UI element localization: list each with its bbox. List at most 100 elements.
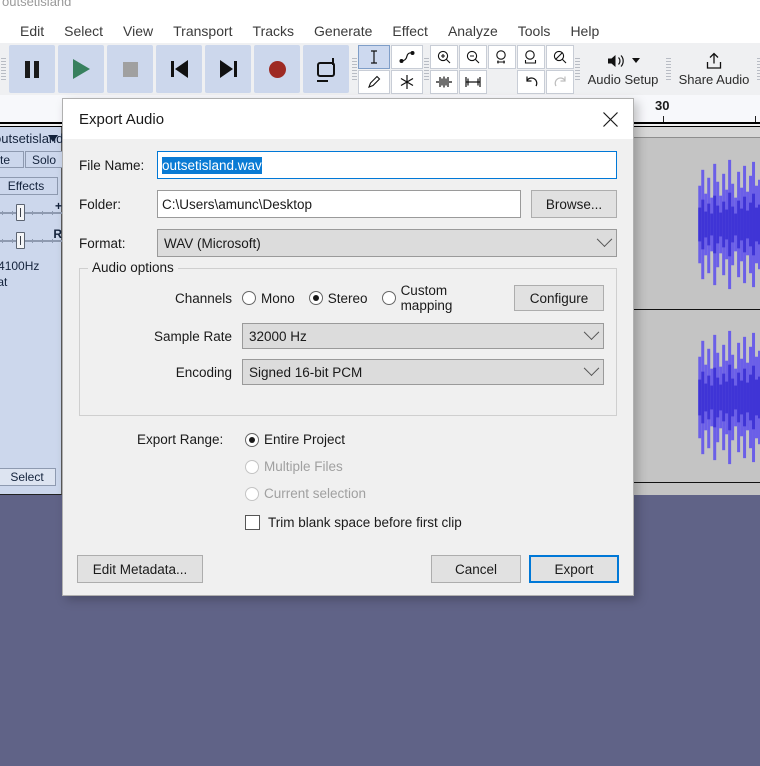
pan-slider-thumb[interactable] (16, 232, 25, 249)
sample-rate-dropdown[interactable]: 32000 Hz (242, 323, 604, 349)
track-select-button[interactable]: Select (0, 468, 56, 486)
stop-button[interactable] (107, 45, 153, 93)
channel-custom-label: Custom mapping (401, 283, 500, 313)
track-format-line2: t float (0, 275, 7, 289)
format-dropdown[interactable]: WAV (Microsoft) (157, 229, 617, 257)
pause-button[interactable] (9, 45, 55, 93)
upload-icon (704, 52, 724, 70)
fit-selection-icon (494, 49, 510, 65)
radio-dot (242, 291, 256, 305)
draw-tool[interactable] (358, 70, 390, 94)
export-button[interactable]: Export (529, 555, 619, 583)
menu-effect[interactable]: Effect (382, 21, 438, 41)
encoding-dropdown[interactable]: Signed 16-bit PCM (242, 359, 604, 385)
zoom-toggle-button[interactable] (546, 45, 574, 69)
undo-icon (523, 75, 540, 89)
channel-radio-mono[interactable]: Mono (242, 291, 295, 306)
asterisk-icon (399, 74, 415, 90)
edit-metadata-button[interactable]: Edit Metadata... (77, 555, 203, 583)
menu-generate[interactable]: Generate (304, 21, 382, 41)
export-range-entire-label: Entire Project (264, 432, 345, 447)
chevron-down-icon (584, 324, 600, 340)
export-range-row-entire: Export Range: Entire Project (137, 432, 617, 447)
pencil-icon (366, 74, 382, 90)
audio-setup-button[interactable]: Audio Setup (581, 48, 665, 91)
menu-help[interactable]: Help (560, 21, 609, 41)
silence-audio-button[interactable] (459, 70, 487, 94)
play-icon (73, 59, 90, 79)
loop-button[interactable] (303, 45, 349, 93)
channel-radio-custom-mapping[interactable]: Custom mapping (382, 283, 500, 313)
radio-dot (309, 291, 323, 305)
skip-to-start-button[interactable] (156, 45, 202, 93)
encoding-label: Encoding (92, 365, 242, 380)
file-name-row: File Name: outsetisland.wav (79, 151, 617, 179)
fit-project-button[interactable] (517, 45, 545, 69)
share-audio-button[interactable]: Share Audio (672, 48, 756, 91)
export-range-current-label: Current selection (264, 486, 366, 501)
track-mute-button[interactable]: te (0, 151, 24, 168)
zoom-out-button[interactable] (459, 45, 487, 69)
record-button[interactable] (254, 45, 300, 93)
menu-tools[interactable]: Tools (508, 21, 561, 41)
folder-input[interactable]: C:\Users\amunc\Desktop (157, 190, 521, 218)
sample-rate-label: Sample Rate (92, 329, 242, 344)
cancel-button[interactable]: Cancel (431, 555, 521, 583)
trim-blank-space-checkbox[interactable]: Trim blank space before first clip (245, 515, 617, 530)
channels-label: Channels (92, 291, 242, 306)
zoom-in-button[interactable] (430, 45, 458, 69)
menu-tracks[interactable]: Tracks (243, 21, 304, 41)
dialog-close-button[interactable] (587, 99, 633, 139)
toolbar-end-grip[interactable] (756, 43, 760, 95)
track-solo-button[interactable]: Solo (25, 151, 63, 168)
export-range-radio-current-selection: Current selection (245, 486, 366, 501)
track-effects-button[interactable]: Effects (0, 177, 58, 195)
menu-transport[interactable]: Transport (163, 21, 242, 41)
track-gain-slider[interactable]: + (0, 203, 62, 223)
audio-setup-toolbar-grip[interactable] (574, 43, 581, 95)
zoom-in-icon (436, 49, 452, 65)
channel-radio-stereo[interactable]: Stereo (309, 291, 368, 306)
envelope-tool[interactable] (391, 45, 423, 69)
menu-edit[interactable]: Edit (10, 21, 54, 41)
tools-toolbar-grip[interactable] (351, 43, 358, 95)
track-menu-caret-icon[interactable] (48, 135, 58, 142)
share-audio-toolbar-grip[interactable] (665, 43, 672, 95)
transport-toolbar-grip[interactable] (0, 43, 7, 95)
zoom-toggle-icon (552, 49, 568, 65)
configure-button[interactable]: Configure (514, 285, 604, 311)
chevron-down-icon (584, 360, 600, 376)
dialog-titlebar: Export Audio (63, 99, 633, 139)
folder-row: Folder: C:\Users\amunc\Desktop Browse... (79, 190, 617, 218)
edit-toolbar-grip[interactable] (423, 43, 430, 95)
trim-audio-button[interactable] (430, 70, 458, 94)
transport-toolbar (7, 43, 351, 95)
undo-button[interactable] (517, 70, 545, 94)
export-range-radio-entire-project[interactable]: Entire Project (245, 432, 345, 447)
gain-slider-thumb[interactable] (16, 204, 25, 221)
redo-button[interactable] (546, 70, 574, 94)
zoom-out-icon (465, 49, 481, 65)
sample-rate-value: 32000 Hz (249, 329, 586, 344)
file-name-label: File Name: (79, 158, 157, 173)
fit-selection-button[interactable] (488, 45, 516, 69)
skip-to-end-button[interactable] (205, 45, 251, 93)
encoding-value: Signed 16-bit PCM (249, 365, 586, 380)
menu-select[interactable]: Select (54, 21, 113, 41)
file-name-input[interactable]: outsetisland.wav (157, 151, 617, 179)
track-mute-solo-row: te Solo (0, 151, 63, 168)
folder-label: Folder: (79, 197, 157, 212)
multi-tool[interactable] (391, 70, 423, 94)
channels-row: Channels Mono Stereo Custom mapping Conf… (92, 283, 604, 313)
menu-view[interactable]: View (113, 21, 163, 41)
browse-button[interactable]: Browse... (531, 190, 617, 218)
folder-value: C:\Users\amunc\Desktop (162, 197, 312, 212)
close-icon (602, 111, 619, 128)
play-button[interactable] (58, 45, 104, 93)
track-format-line1: o, 44100Hz (0, 259, 39, 273)
track-pan-slider[interactable]: R (0, 231, 62, 251)
menu-analyze[interactable]: Analyze (438, 21, 508, 41)
selection-tool[interactable] (358, 45, 390, 69)
export-range-group: Export Range: Entire Project Multiple Fi… (79, 432, 617, 530)
dialog-footer: Edit Metadata... Cancel Export (63, 543, 633, 595)
